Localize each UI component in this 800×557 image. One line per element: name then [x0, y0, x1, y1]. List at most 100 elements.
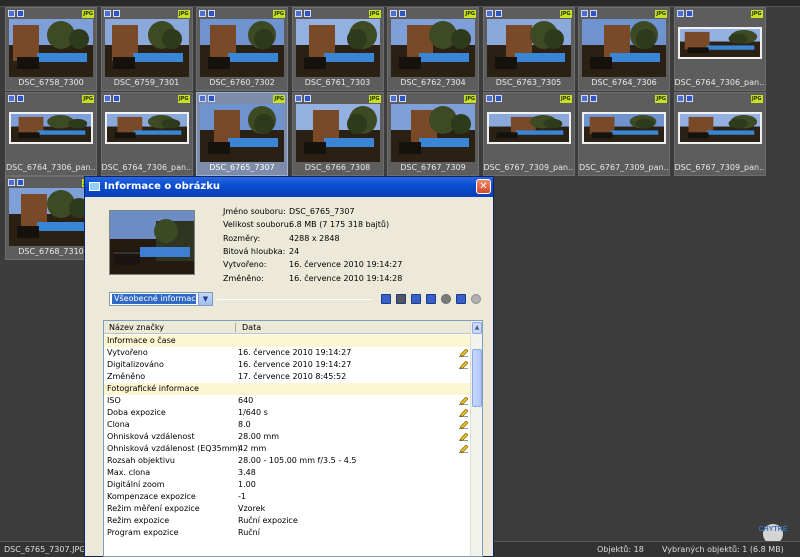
thumbnail-badges — [485, 95, 504, 103]
table-row[interactable]: Ohnisková vzdálenost 28.00 mm — [104, 431, 470, 443]
thumbnail-badges — [581, 95, 599, 103]
thumbnail-image — [486, 112, 571, 144]
info-badge-icon — [208, 10, 215, 17]
tag-value-cell: 1/640 s — [238, 408, 268, 417]
pencil-icon[interactable] — [459, 445, 468, 453]
thumbnail-item[interactable]: JPG DSC_6764_7306_pan... — [100, 92, 193, 176]
thumbnail-item[interactable]: JPG DSC_6763_7305 — [482, 7, 575, 91]
thumbnail-caption: DSC_6767_7309 — [400, 163, 466, 172]
dialog-titlebar[interactable]: Informace o obrázku ✕ — [85, 177, 493, 197]
jpg-format-badge: JPG — [559, 95, 572, 103]
tag-value-cell: Ruční expozice — [238, 516, 298, 525]
file-info-value: 4288 x 2848 — [289, 233, 340, 243]
thumbnail-caption: DSC_6767_7309_pan... — [674, 163, 765, 172]
pencil-icon[interactable] — [459, 409, 468, 417]
file-info-value: DSC_6765_7307 — [289, 207, 355, 216]
file-info-label: Jméno souboru: — [223, 207, 286, 216]
camera-icon[interactable] — [396, 294, 406, 304]
file-info-value: 24 — [289, 246, 300, 256]
thumbnail-item[interactable]: JPG DSC_6767_7309_pan... — [482, 92, 575, 176]
table-row[interactable]: Režim měření expozice Vzorek — [104, 503, 470, 515]
thumbnail-badges — [199, 95, 217, 103]
pencil-icon[interactable] — [459, 349, 468, 357]
thumbnail-caption: DSC_6768_7310 — [18, 247, 84, 256]
thumbnail-item[interactable]: JPG DSC_6762_7304 — [387, 7, 479, 91]
table-section-row[interactable]: Informace o čase — [104, 335, 470, 347]
camera-badge-icon — [676, 95, 684, 102]
scroll-up-icon[interactable]: ▲ — [472, 322, 482, 334]
tag-value-cell: 3.48 — [238, 468, 256, 477]
file-info-label: Změněno: — [223, 273, 264, 283]
table-row[interactable]: Ohnisková vzdálenost (EQ35mm) 42 mm — [104, 443, 470, 455]
table-row[interactable]: Doba expozice 1/640 s — [104, 407, 470, 419]
pencil-icon[interactable] — [459, 433, 468, 441]
thumbnail-item[interactable]: JPG DSC_6761_7303 — [291, 7, 384, 91]
thumbnail-item[interactable]: JPG DSC_6766_7308 — [291, 92, 384, 176]
tag-name-cell: Program expozice — [107, 528, 179, 537]
table-row[interactable]: Režim expozice Ruční expozice — [104, 515, 470, 527]
thumbnail-item[interactable]: JPG DSC_6760_7302 — [196, 7, 288, 91]
next-icon[interactable] — [426, 294, 436, 304]
column-header-data[interactable]: Data — [242, 321, 261, 334]
pencil-icon[interactable] — [459, 421, 468, 429]
close-button[interactable]: ✕ — [476, 179, 491, 194]
column-header-tag-name[interactable]: Název značky — [109, 321, 164, 334]
table-row[interactable]: Změněno 17. července 2010 8:45:52 — [104, 371, 470, 383]
tag-value-cell: 28.00 - 105.00 mm f/3.5 - 4.5 — [238, 456, 357, 465]
scrollbar-thumb[interactable] — [472, 349, 482, 407]
column-separator[interactable] — [235, 323, 236, 332]
refresh-icon[interactable] — [471, 294, 481, 304]
globe-icon[interactable] — [441, 294, 451, 304]
thumbnail-item[interactable]: JPG DSC_6764_7306_pan... — [5, 92, 97, 176]
table-row[interactable]: Clona 8.0 — [104, 419, 470, 431]
camera-badge-icon — [485, 95, 493, 102]
chevron-down-icon[interactable]: ▼ — [198, 293, 212, 305]
tag-value-cell: 16. července 2010 19:14:27 — [238, 360, 352, 369]
info-category-select[interactable]: Všeobecné informace ▼ — [109, 292, 213, 306]
thumbnail-item[interactable]: JPG DSC_6758_7300 — [5, 7, 97, 91]
file-info-label: Rozměry: — [223, 233, 261, 243]
jpg-format-badge: JPG — [177, 95, 190, 103]
pencil-icon[interactable] — [459, 397, 468, 405]
tag-name-cell: Digitalizováno — [107, 360, 164, 369]
table-row[interactable]: Max. clona 3.48 — [104, 467, 470, 479]
info-icon[interactable] — [381, 294, 391, 304]
thumbnail-item[interactable]: JPG DSC_6767_7309_pan... — [673, 92, 766, 176]
thumbnail-caption: DSC_6762_7304 — [400, 78, 466, 87]
tag-name-cell: ISO — [107, 396, 121, 405]
table-row[interactable]: Rozsah objektivu 28.00 - 105.00 mm f/3.5 … — [104, 455, 470, 467]
table-row[interactable]: Vytvořeno 16. července 2010 19:14:27 — [104, 347, 470, 359]
dialog-title: Informace o obrázku — [104, 181, 221, 192]
thumbnail-item[interactable]: JPG DSC_6764_7306_pan... — [673, 7, 766, 91]
tag-name-cell: Informace o čase — [107, 336, 176, 345]
table-section-row[interactable]: Fotografické informace — [104, 383, 470, 395]
table-row[interactable]: Program expozice Ruční — [104, 527, 470, 539]
thumbnail-item[interactable]: JPG DSC_6759_7301 — [100, 7, 193, 91]
thumbnail-caption: DSC_6763_7305 — [495, 78, 562, 87]
table-row[interactable]: Digitalizováno 16. července 2010 19:14:27 — [104, 359, 470, 371]
add-icon[interactable] — [456, 294, 466, 304]
first-icon[interactable] — [411, 294, 421, 304]
thumbnail-caption: DSC_6759_7301 — [113, 78, 180, 87]
file-info-row: Rozměry: 4288 x 2848 — [223, 234, 340, 243]
thumbnail-item[interactable]: JPG DSC_6767_7309 — [387, 92, 479, 176]
thumbnail-badges — [294, 95, 313, 103]
thumbnail-item[interactable]: JPG DSC_6764_7306 — [578, 7, 670, 91]
file-info-value: 16. července 2010 19:14:28 — [289, 273, 403, 283]
thumbnail-badges — [8, 10, 26, 18]
thumbnail-image — [486, 19, 571, 77]
table-row[interactable]: ISO 640 — [104, 395, 470, 407]
camera-badge-icon — [581, 10, 588, 17]
table-row[interactable]: Digitální zoom 1.00 — [104, 479, 470, 491]
info-badge-icon — [685, 95, 693, 102]
pencil-icon[interactable] — [459, 361, 468, 369]
file-info-label: Vytvořeno: — [223, 260, 267, 270]
thumbnail-badges — [199, 10, 217, 18]
thumbnail-caption: DSC_6758_7300 — [18, 78, 84, 87]
thumbnail-item[interactable]: JPG DSC_6767_7309_pan... — [578, 92, 670, 176]
vertical-scrollbar[interactable]: ▲ — [470, 321, 482, 556]
table-row[interactable]: Kompenzace expozice -1 — [104, 491, 470, 503]
thumbnail-badges — [8, 179, 26, 187]
thumbnail-item[interactable]: JPG DSC_6765_7307 — [196, 92, 288, 176]
info-badge-icon — [399, 95, 406, 102]
